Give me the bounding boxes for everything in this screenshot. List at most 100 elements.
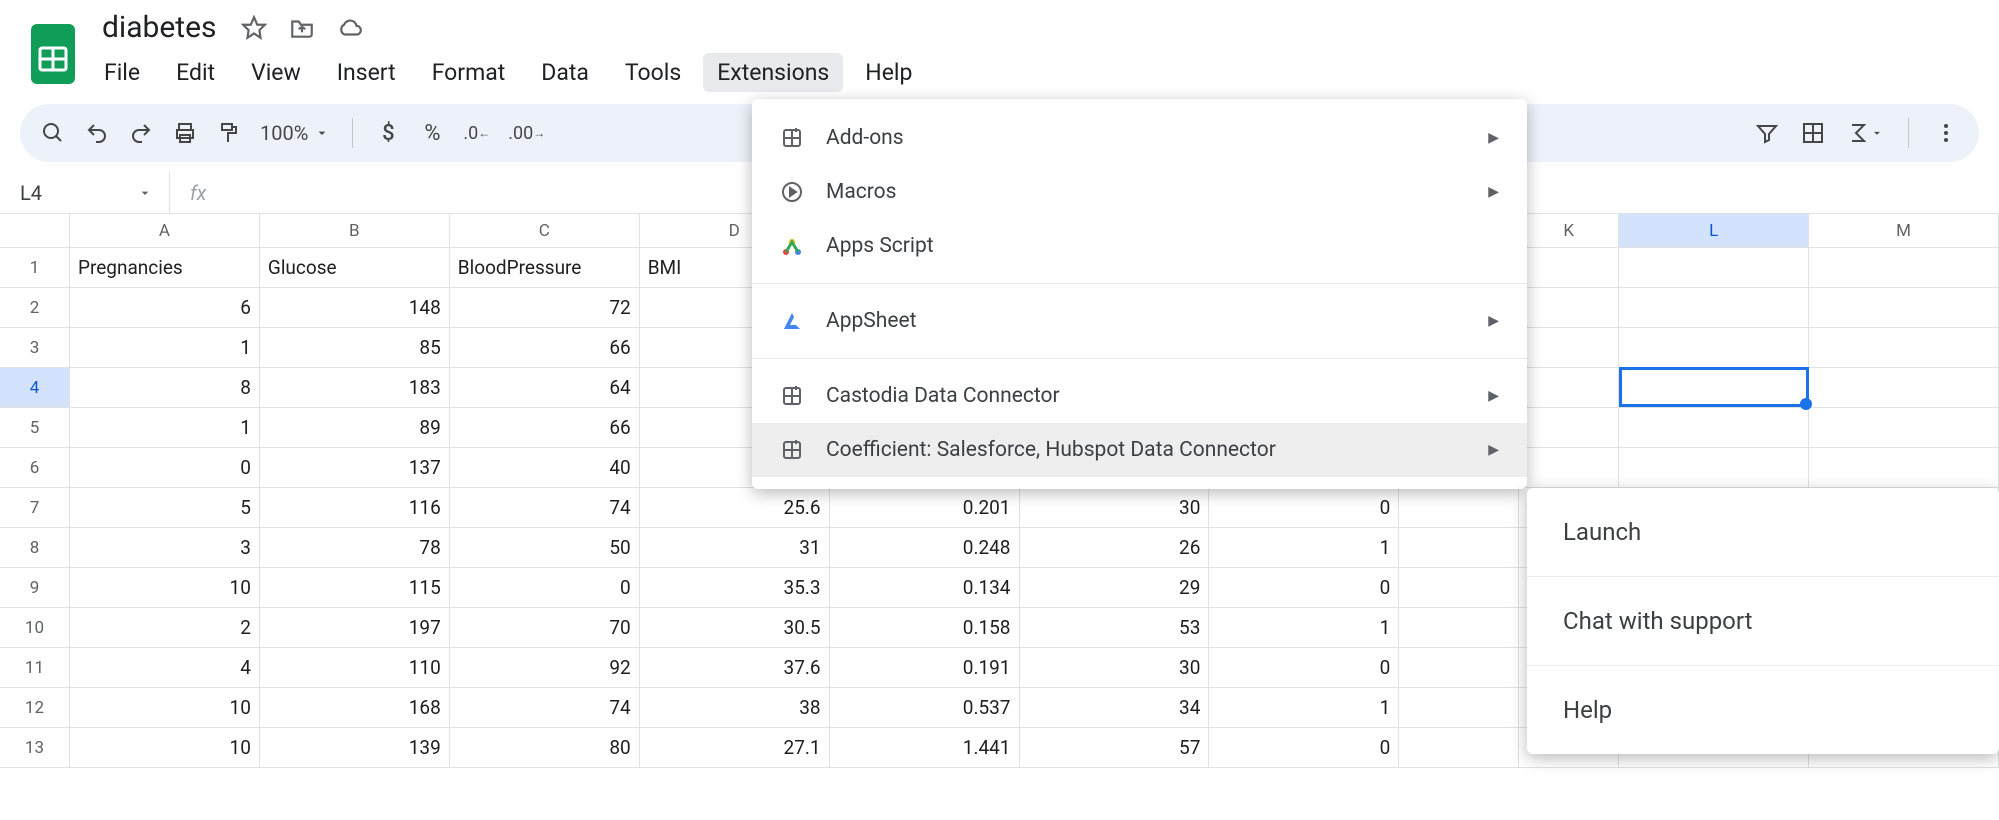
cell[interactable]: 0.158	[830, 608, 1020, 647]
cell[interactable]: Pregnancies	[70, 248, 260, 287]
cell[interactable]	[1619, 408, 1809, 447]
cell[interactable]: 5	[70, 488, 260, 527]
cell[interactable]	[1519, 408, 1619, 447]
cell[interactable]: 80	[450, 728, 640, 767]
menu-edit[interactable]: Edit	[162, 53, 229, 92]
cell[interactable]: 66	[450, 328, 640, 367]
menu-file[interactable]: File	[90, 53, 154, 92]
cell[interactable]: 64	[450, 368, 640, 407]
cell[interactable]: 30.5	[640, 608, 830, 647]
row-header[interactable]: 1	[0, 248, 70, 287]
cell[interactable]: 53	[1020, 608, 1210, 647]
cell[interactable]: 10	[70, 688, 260, 727]
submenu-item-launch[interactable]: Launch	[1527, 488, 1999, 577]
cell[interactable]: 92	[450, 648, 640, 687]
cell[interactable]	[1519, 368, 1619, 407]
search-icon[interactable]	[40, 120, 66, 146]
filter-icon[interactable]	[1754, 120, 1780, 146]
star-icon[interactable]	[241, 15, 267, 41]
move-to-folder-icon[interactable]	[289, 15, 315, 41]
row-header[interactable]: 11	[0, 648, 70, 687]
redo-icon[interactable]	[128, 120, 154, 146]
cell[interactable]: 72	[450, 288, 640, 327]
decrease-decimal-icon[interactable]: .0←	[463, 120, 490, 146]
cell[interactable]	[1619, 248, 1809, 287]
cell[interactable]: 27.1	[640, 728, 830, 767]
row-header[interactable]: 9	[0, 568, 70, 607]
row-header[interactable]: 5	[0, 408, 70, 447]
cell[interactable]: 30	[1020, 648, 1210, 687]
cell[interactable]: 0	[1209, 488, 1399, 527]
cell[interactable]	[1399, 568, 1519, 607]
cell[interactable]	[1519, 288, 1619, 327]
cell[interactable]: 0.201	[830, 488, 1020, 527]
menu-help[interactable]: Help	[851, 53, 926, 92]
cell[interactable]: 26	[1020, 528, 1210, 567]
cell[interactable]	[1619, 328, 1809, 367]
row-header[interactable]: 10	[0, 608, 70, 647]
percent-format-icon[interactable]: %	[419, 120, 445, 146]
row-header[interactable]: 8	[0, 528, 70, 567]
menu-view[interactable]: View	[237, 53, 315, 92]
cell[interactable]: 25.6	[640, 488, 830, 527]
cell[interactable]: 0.191	[830, 648, 1020, 687]
cell[interactable]: 2	[70, 608, 260, 647]
cell[interactable]: 0.537	[830, 688, 1020, 727]
cell[interactable]: 0	[1209, 568, 1399, 607]
cloud-status-icon[interactable]	[337, 15, 363, 41]
cell[interactable]: 34	[1020, 688, 1210, 727]
menu-item-castodia[interactable]: Castodia Data Connector ▶	[752, 369, 1527, 423]
cell[interactable]: 183	[260, 368, 450, 407]
cell[interactable]: 30	[1020, 488, 1210, 527]
cell[interactable]: 1	[1209, 608, 1399, 647]
print-icon[interactable]	[172, 120, 198, 146]
zoom-select[interactable]: 100%	[260, 121, 330, 145]
cell[interactable]: 1	[70, 408, 260, 447]
cell[interactable]	[1809, 408, 1999, 447]
row-header[interactable]: 3	[0, 328, 70, 367]
currency-format-icon[interactable]: $	[375, 120, 401, 146]
row-header[interactable]: 7	[0, 488, 70, 527]
cell[interactable]	[1809, 448, 1999, 487]
cell[interactable]	[1519, 448, 1619, 487]
cell[interactable]	[1399, 688, 1519, 727]
cell[interactable]: 74	[450, 688, 640, 727]
sheets-logo-icon[interactable]	[28, 23, 78, 85]
cell[interactable]: 0	[1209, 728, 1399, 767]
cell[interactable]: 0.134	[830, 568, 1020, 607]
cell[interactable]: 31	[640, 528, 830, 567]
cell[interactable]: 85	[260, 328, 450, 367]
cell[interactable]: BloodPressure	[450, 248, 640, 287]
column-header[interactable]: M	[1809, 214, 1999, 247]
cell[interactable]	[1519, 248, 1619, 287]
menu-item-addons[interactable]: Add-ons ▶	[752, 111, 1527, 165]
cell[interactable]	[1619, 288, 1809, 327]
cell[interactable]: 37.6	[640, 648, 830, 687]
cell[interactable]	[1809, 368, 1999, 407]
cell[interactable]: 1	[1209, 688, 1399, 727]
cell[interactable]: 89	[260, 408, 450, 447]
menu-item-coefficient[interactable]: Coefficient: Salesforce, Hubspot Data Co…	[752, 423, 1527, 477]
column-header[interactable]: B	[260, 214, 450, 247]
cell[interactable]	[1399, 528, 1519, 567]
column-header[interactable]: A	[70, 214, 260, 247]
more-icon[interactable]	[1933, 120, 1959, 146]
cell[interactable]	[1619, 448, 1809, 487]
menu-extensions[interactable]: Extensions	[703, 53, 843, 92]
select-all-corner[interactable]	[0, 214, 70, 247]
cell[interactable]: 197	[260, 608, 450, 647]
cell[interactable]: 70	[450, 608, 640, 647]
cell[interactable]	[1809, 328, 1999, 367]
menu-item-apps-script[interactable]: Apps Script	[752, 219, 1527, 273]
submenu-item-help[interactable]: Help	[1527, 666, 1999, 754]
cell[interactable]: Glucose	[260, 248, 450, 287]
cell[interactable]: 4	[70, 648, 260, 687]
cell[interactable]	[1399, 608, 1519, 647]
row-header[interactable]: 2	[0, 288, 70, 327]
cell[interactable]: 110	[260, 648, 450, 687]
cell[interactable]: 0	[70, 448, 260, 487]
borders-icon[interactable]	[1800, 120, 1826, 146]
menu-format[interactable]: Format	[418, 53, 520, 92]
cell[interactable]: 78	[260, 528, 450, 567]
undo-icon[interactable]	[84, 120, 110, 146]
